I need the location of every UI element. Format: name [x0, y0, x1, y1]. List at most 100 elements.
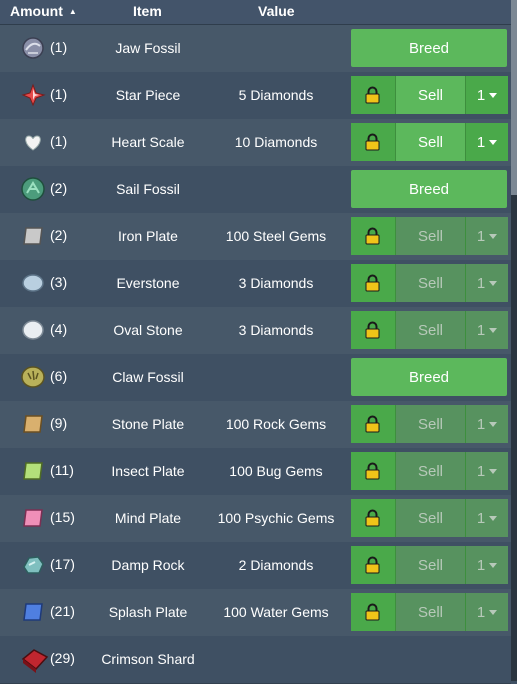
item-value: 100 Water Gems: [223, 604, 329, 620]
lock-toggle-button[interactable]: [351, 452, 396, 490]
table-row: (4) Oval Stone 3 Diamonds Sell 1: [0, 307, 511, 355]
sell-quantity-value: 1: [476, 462, 486, 480]
item-amount: (1): [50, 86, 68, 102]
item-name: Claw Fossil: [112, 369, 184, 385]
item-amount: (1): [50, 133, 68, 149]
sell-button[interactable]: Sell: [396, 499, 465, 537]
sell-controls: Sell 1: [351, 264, 508, 302]
breed-button[interactable]: Breed: [351, 358, 507, 396]
item-amount: (9): [50, 415, 68, 431]
item-value: 100 Psychic Gems: [217, 510, 335, 526]
item-name: Oval Stone: [113, 322, 183, 338]
chevron-down-icon: [489, 280, 498, 286]
item-amount: (6): [50, 368, 68, 384]
lock-toggle-button[interactable]: [351, 593, 396, 631]
lock-toggle-button[interactable]: [351, 405, 396, 443]
lock-toggle-button[interactable]: [351, 499, 396, 537]
item-name: Damp Rock: [111, 557, 185, 573]
sell-button[interactable]: Sell: [396, 405, 465, 443]
chevron-down-icon: [489, 233, 498, 239]
scrollbar[interactable]: [511, 0, 517, 681]
table-row: (3) Everstone 3 Diamonds Sell 1: [0, 260, 511, 308]
sell-controls: Sell 1: [351, 76, 508, 114]
chevron-down-icon: [489, 327, 498, 333]
chevron-down-icon: [489, 609, 498, 615]
sell-quantity-value: 1: [476, 227, 486, 245]
table-header: Amount ▲ Item Value: [0, 0, 511, 25]
heart-scale-icon: [20, 130, 46, 154]
table-row: (1) Jaw Fossil Breed: [0, 25, 511, 73]
table-row: (21) Splash Plate 100 Water Gems Sell 1: [0, 589, 511, 637]
sell-controls: Sell 1: [351, 311, 508, 349]
sell-quantity-value: 1: [476, 556, 486, 574]
sell-button[interactable]: Sell: [396, 593, 465, 631]
item-name: Splash Plate: [108, 604, 188, 620]
sell-controls: Sell 1: [351, 593, 508, 631]
sell-quantity-value: 1: [476, 86, 486, 104]
chevron-down-icon: [489, 92, 498, 98]
table-row: (1) Heart Scale 10 Diamonds Sell 1: [0, 119, 511, 167]
item-value: 100 Rock Gems: [225, 416, 327, 432]
splash-plate-icon: [20, 600, 46, 624]
sell-button[interactable]: Sell: [396, 123, 465, 161]
column-header-amount[interactable]: Amount ▲: [10, 3, 77, 19]
iron-plate-icon: [20, 224, 46, 248]
sell-quantity-value: 1: [476, 321, 486, 339]
chevron-down-icon: [489, 515, 498, 521]
sell-button[interactable]: Sell: [396, 217, 465, 255]
sell-button[interactable]: Sell: [396, 311, 465, 349]
column-header-value[interactable]: Value: [258, 3, 295, 19]
chevron-down-icon: [489, 421, 498, 427]
lock-toggle-button[interactable]: [351, 311, 396, 349]
item-name: Star Piece: [115, 87, 181, 103]
sell-controls: Sell 1: [351, 217, 508, 255]
item-amount: (21): [50, 603, 75, 619]
breed-button[interactable]: Breed: [351, 29, 507, 67]
sell-button[interactable]: Sell: [396, 76, 465, 114]
sell-quantity-dropdown[interactable]: 1: [465, 311, 508, 349]
item-name: Jaw Fossil: [115, 40, 181, 56]
lock-toggle-button[interactable]: [351, 217, 396, 255]
sell-quantity-dropdown[interactable]: 1: [465, 593, 508, 631]
table-row: (15) Mind Plate 100 Psychic Gems Sell 1: [0, 495, 511, 543]
sell-quantity-dropdown[interactable]: 1: [465, 123, 508, 161]
sell-controls: Sell 1: [351, 546, 508, 584]
sell-button[interactable]: Sell: [396, 546, 465, 584]
sort-ascending-icon: ▲: [68, 7, 77, 16]
sell-controls: Sell 1: [351, 499, 508, 537]
breed-button[interactable]: Breed: [351, 170, 507, 208]
sell-quantity-dropdown[interactable]: 1: [465, 76, 508, 114]
sell-button[interactable]: Sell: [396, 264, 465, 302]
item-value: 5 Diamonds: [238, 87, 314, 103]
table-row: (29) Crimson Shard: [0, 636, 511, 684]
column-header-item[interactable]: Item: [133, 3, 162, 19]
sell-controls: Sell 1: [351, 452, 508, 490]
lock-toggle-button[interactable]: [351, 123, 396, 161]
table-row: (17) Damp Rock 2 Diamonds Sell 1: [0, 542, 511, 590]
everstone-icon: [20, 271, 46, 295]
item-value: 3 Diamonds: [238, 322, 314, 338]
sell-button[interactable]: Sell: [396, 452, 465, 490]
sell-quantity-dropdown[interactable]: 1: [465, 405, 508, 443]
sell-quantity-dropdown[interactable]: 1: [465, 452, 508, 490]
sail-fossil-icon: [20, 177, 46, 201]
sell-quantity-value: 1: [476, 274, 486, 292]
item-amount: (1): [50, 39, 68, 55]
item-value: 10 Diamonds: [234, 134, 318, 150]
sell-quantity-dropdown[interactable]: 1: [465, 217, 508, 255]
sell-quantity-dropdown[interactable]: 1: [465, 264, 508, 302]
scrollbar-thumb[interactable]: [511, 0, 517, 195]
item-name: Everstone: [116, 275, 180, 291]
table-row: (2) Iron Plate 100 Steel Gems Sell 1: [0, 213, 511, 261]
chevron-down-icon: [489, 139, 498, 145]
lock-toggle-button[interactable]: [351, 546, 396, 584]
item-amount: (2): [50, 227, 68, 243]
damp-rock-icon: [20, 553, 46, 577]
lock-toggle-button[interactable]: [351, 76, 396, 114]
item-amount: (2): [50, 180, 68, 196]
sell-quantity-dropdown[interactable]: 1: [465, 546, 508, 584]
item-value: 100 Steel Gems: [225, 228, 327, 244]
lock-toggle-button[interactable]: [351, 264, 396, 302]
sell-quantity-dropdown[interactable]: 1: [465, 499, 508, 537]
item-name: Mind Plate: [114, 510, 182, 526]
